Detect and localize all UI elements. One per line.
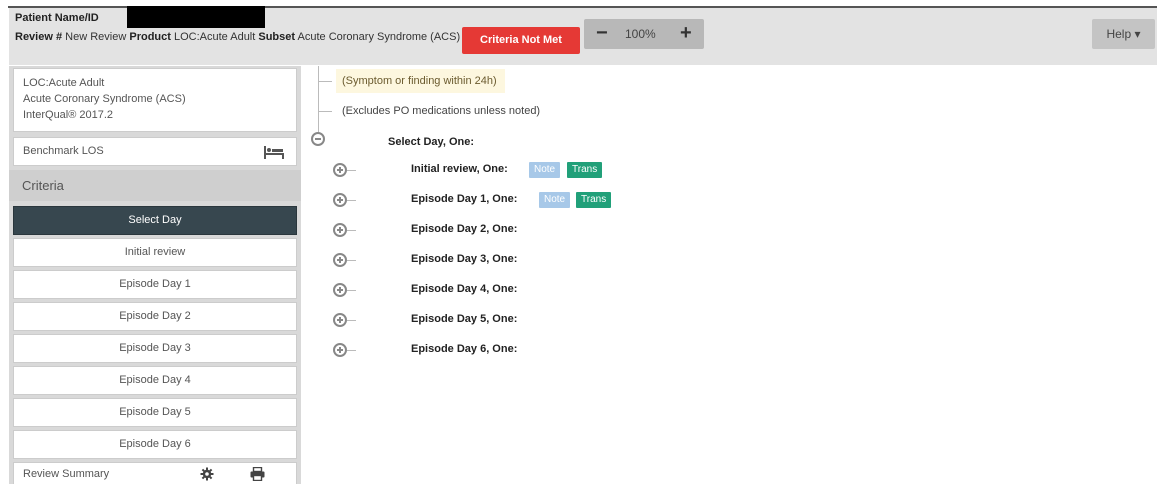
expand-icon[interactable] [333, 223, 347, 237]
patient-redaction [127, 6, 265, 28]
tree-item-episode-day-6[interactable]: Episode Day 6, One: [411, 343, 517, 355]
expand-icon[interactable] [333, 283, 347, 297]
subset-label: Subset [258, 31, 296, 43]
print-icon[interactable] [250, 467, 265, 481]
product-value: LOC:Acute Adult [173, 31, 256, 43]
excludes-note: (Excludes PO medications unless noted) [342, 105, 541, 117]
plus-v [339, 287, 341, 293]
review-summary[interactable]: Review Summary [13, 462, 297, 484]
tree-item-episode-day-5[interactable]: Episode Day 5, One: [411, 313, 517, 325]
collapse-icon[interactable] [311, 132, 325, 146]
zoom-out-button[interactable]: − [596, 22, 608, 44]
zoom-in-button[interactable]: + [680, 22, 692, 44]
plus-v [339, 197, 341, 203]
trans-tag[interactable]: Trans [576, 192, 612, 208]
tree-item-initial-review[interactable]: Initial review, One: [411, 163, 508, 175]
sidebar-item-episode-day-5[interactable]: Episode Day 5 [13, 398, 297, 427]
sidebar-item-episode-day-3[interactable]: Episode Day 3 [13, 334, 297, 363]
subset-value: Acute Coronary Syndrome (ACS) [297, 31, 461, 43]
plus-v [339, 257, 341, 263]
tree-item-episode-day-3[interactable]: Episode Day 3, One: [411, 253, 517, 265]
plus-v [339, 347, 341, 353]
note-tag[interactable]: Note [529, 162, 561, 178]
gear-icon[interactable] [200, 467, 214, 481]
tree-item-episode-day-4[interactable]: Episode Day 4, One: [411, 283, 517, 295]
review-info: Review # New Review Product LOC:Acute Ad… [15, 29, 475, 45]
tree-connector [318, 81, 332, 82]
review-summary-label: Review Summary [23, 468, 110, 480]
tree-connector [347, 200, 356, 201]
help-button[interactable]: Help ▾ [1092, 19, 1155, 49]
review-header: Patient Name/ID Review # New Review Prod… [9, 6, 1157, 65]
sidebar-version: InterQual® 2017.2 [23, 109, 114, 121]
expand-icon[interactable] [333, 313, 347, 327]
sidebar-item-initial-review[interactable]: Initial review [13, 238, 297, 267]
review-label: Review # [15, 31, 63, 43]
sidebar-item-episode-day-4[interactable]: Episode Day 4 [13, 366, 297, 395]
criteria-heading: Criteria [9, 170, 301, 201]
plus-v [339, 167, 341, 173]
criteria-tree: (Symptom or finding within 24h) (Exclude… [305, 66, 1161, 484]
tree-connector [347, 170, 356, 171]
expand-icon[interactable] [333, 253, 347, 267]
sidebar-item-episode-day-2[interactable]: Episode Day 2 [13, 302, 297, 331]
plus-v [339, 227, 341, 233]
tree-connector [347, 260, 356, 261]
sidebar-item-select-day[interactable]: Select Day [13, 206, 297, 235]
patient-label: Patient Name/ID [15, 12, 99, 24]
tree-item-episode-day-2[interactable]: Episode Day 2, One: [411, 223, 517, 235]
review-value: New Review [65, 31, 127, 43]
benchmark-los[interactable]: Benchmark LOS [13, 137, 297, 166]
plus-v [339, 317, 341, 323]
sidebar-product: LOC:Acute Adult [23, 77, 105, 89]
sidebar: LOC:Acute Adult Acute Coronary Syndrome … [9, 66, 301, 484]
sidebar-item-episode-day-1[interactable]: Episode Day 1 [13, 270, 297, 299]
tree-item-episode-day-1[interactable]: Episode Day 1, One: [411, 193, 517, 205]
expand-icon[interactable] [333, 163, 347, 177]
tree-connector [347, 290, 356, 291]
minus-bar [315, 138, 321, 140]
expand-icon[interactable] [333, 343, 347, 357]
benchmark-label: Benchmark LOS [23, 145, 104, 157]
tree-connector [347, 320, 356, 321]
tree-connector [347, 230, 356, 231]
sidebar-subset: Acute Coronary Syndrome (ACS) [23, 93, 186, 105]
zoom-control: − 100% + [584, 19, 704, 49]
tree-connector [347, 350, 356, 351]
product-info-box: LOC:Acute Adult Acute Coronary Syndrome … [13, 68, 297, 132]
select-day-label: Select Day, One: [388, 136, 474, 148]
bed-icon[interactable] [264, 145, 284, 159]
sidebar-item-episode-day-6[interactable]: Episode Day 6 [13, 430, 297, 459]
note-tag[interactable]: Note [539, 192, 571, 208]
product-label: Product [129, 31, 171, 43]
expand-icon[interactable] [333, 193, 347, 207]
criteria-status-badge[interactable]: Criteria Not Met [462, 27, 580, 54]
trans-tag[interactable]: Trans [567, 162, 603, 178]
tree-connector [318, 111, 332, 112]
tree-connector [318, 66, 319, 132]
symptom-note: (Symptom or finding within 24h) [336, 69, 505, 93]
zoom-level: 100% [625, 27, 656, 41]
